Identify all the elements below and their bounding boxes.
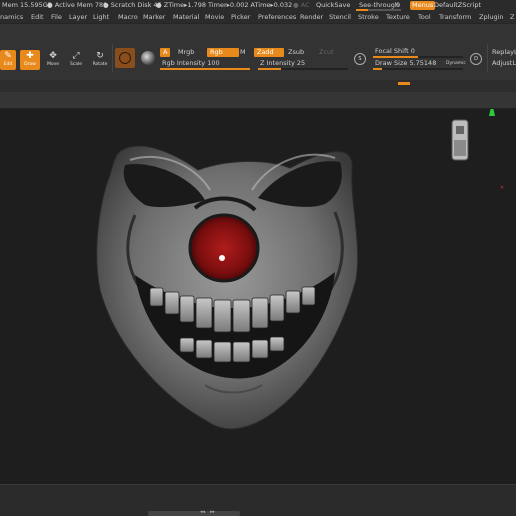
status-bar: Mem 15.595GB ● Active Mem 788 ● Scratch … (0, 0, 516, 11)
rgb-toggle[interactable]: Rgb (207, 48, 239, 57)
focal-shift-slider[interactable] (373, 56, 463, 58)
bottom-shelf (0, 484, 516, 513)
move-mode-label: Move (46, 62, 60, 67)
adjust-button[interactable]: AdjustLa (492, 59, 516, 68)
move-mode-button[interactable]: ✥ Move (43, 50, 63, 70)
menu-texture[interactable]: Texture (386, 11, 410, 23)
menu-macro[interactable]: Macro (118, 11, 138, 23)
menu-stencil[interactable]: Stencil (329, 11, 351, 23)
menu-tool[interactable]: Tool (418, 11, 431, 23)
menu-edit[interactable]: Edit (31, 11, 44, 23)
zsub-toggle[interactable]: Zsub (288, 48, 304, 57)
mrgb-toggle[interactable]: Mrgb (178, 48, 194, 57)
divider (487, 44, 488, 72)
menu-render[interactable]: Render (300, 11, 323, 23)
rotate-mode-label: Rotate (92, 62, 108, 67)
rgb-intensity-fill (160, 68, 250, 70)
replay-button[interactable]: ReplayLa (492, 48, 516, 57)
menu-stroke[interactable]: Stroke (358, 11, 379, 23)
move-icon: ✥ (49, 51, 57, 61)
menu-layer[interactable]: Layer (69, 11, 87, 23)
scale-mode-button[interactable]: ⤢ Scale (66, 50, 86, 70)
z-intensity-label: Z Intensity 25 (260, 59, 306, 67)
menus-button[interactable]: Menus (410, 1, 436, 10)
material-button[interactable] (115, 48, 135, 68)
default-zscript-button[interactable]: DefaultZScript (434, 0, 481, 11)
menu-file[interactable]: File (51, 11, 62, 23)
mask-render (96, 88, 495, 430)
scratch-disk-readout: ● Scratch Disk 45 (103, 1, 162, 9)
edit-icon: ✎ (4, 51, 12, 61)
material-sphere-icon (119, 52, 131, 64)
menu-material[interactable]: Material (173, 11, 199, 23)
d-label: D (474, 56, 478, 62)
clown-nose (188, 213, 260, 283)
bottom-tray-handle[interactable]: ◂◂ ▸▸ (148, 509, 240, 516)
menu-transform[interactable]: Transform (439, 11, 471, 23)
ac-indicator: ● AC (293, 1, 310, 9)
draw-size-fill (373, 68, 382, 70)
canvas-header (0, 92, 516, 109)
menu-preferences[interactable]: Preferences (258, 11, 296, 23)
quicksave-button[interactable]: QuickSave (316, 0, 350, 11)
menu-dynamics[interactable]: namics (0, 11, 23, 23)
rotate-icon: ↻ (96, 51, 104, 61)
rgb-intensity-slider[interactable] (160, 68, 250, 70)
draw-size-slider[interactable] (373, 68, 463, 70)
mem-readout: Mem 15.595GB (2, 1, 53, 9)
draw-mode-label: Draw (24, 62, 36, 67)
secondary-strip (0, 80, 516, 92)
z-intensity-slider[interactable] (258, 68, 348, 70)
menu-zscript[interactable]: Z (510, 11, 514, 23)
alpha-sphere-icon[interactable] (141, 51, 155, 65)
ztime-readout: ● ZTime▸1.798 Timer▸0.002 ATime▸0.032 (156, 1, 293, 9)
canvas-viewport[interactable] (0, 88, 516, 484)
rgb-intensity-label: Rgb Intensity 100 (162, 59, 220, 67)
z-intensity-fill (258, 68, 281, 70)
zcut-toggle[interactable]: Zcut (319, 48, 334, 57)
collapse-left-icon[interactable]: ◂◂ (200, 509, 205, 515)
scale-icon: ⤢ (72, 51, 80, 61)
scale-mode-label: Scale (69, 62, 83, 67)
axis-gizmo (478, 88, 495, 116)
a-toggle[interactable]: A (160, 48, 171, 57)
zadd-toggle[interactable]: Zadd (254, 48, 284, 57)
menu-marker[interactable]: Marker (143, 11, 165, 23)
draw-mode-button[interactable]: ✚ Draw (20, 50, 40, 70)
s-label: S (358, 56, 362, 62)
menu-zplugin[interactable]: Zplugin (479, 11, 504, 23)
active-mem-readout: ● Active Mem 788 (47, 1, 108, 9)
m-toggle[interactable]: M (240, 48, 246, 57)
collapse-right-icon[interactable]: ▸▸ (210, 509, 215, 515)
rotate-mode-button[interactable]: ↻ Rotate (90, 50, 110, 70)
edit-mode-button[interactable]: ✎ Edit (0, 50, 16, 70)
focal-shift-label: Focal Shift 0 (375, 47, 415, 55)
ruler-mark: ✕ (500, 185, 505, 191)
navigation-cube (451, 119, 469, 161)
divider (112, 44, 113, 72)
menu-movie[interactable]: Movie (205, 11, 224, 23)
focal-shift-fill (373, 56, 418, 58)
size-indicator (398, 82, 410, 85)
menu-bar: namics Edit File Layer Light Macro Marke… (0, 11, 516, 23)
s-icon[interactable]: S (354, 53, 366, 65)
draw-icon: ✚ (26, 51, 34, 61)
edit-mode-label: Edit (3, 62, 13, 67)
menu-picker[interactable]: Picker (231, 11, 250, 23)
dynamic-button[interactable]: Dynamic (446, 59, 466, 68)
d-icon[interactable]: D (470, 53, 482, 65)
draw-size-label: Draw Size 5.75148 (375, 59, 437, 67)
menu-light[interactable]: Light (93, 11, 109, 23)
